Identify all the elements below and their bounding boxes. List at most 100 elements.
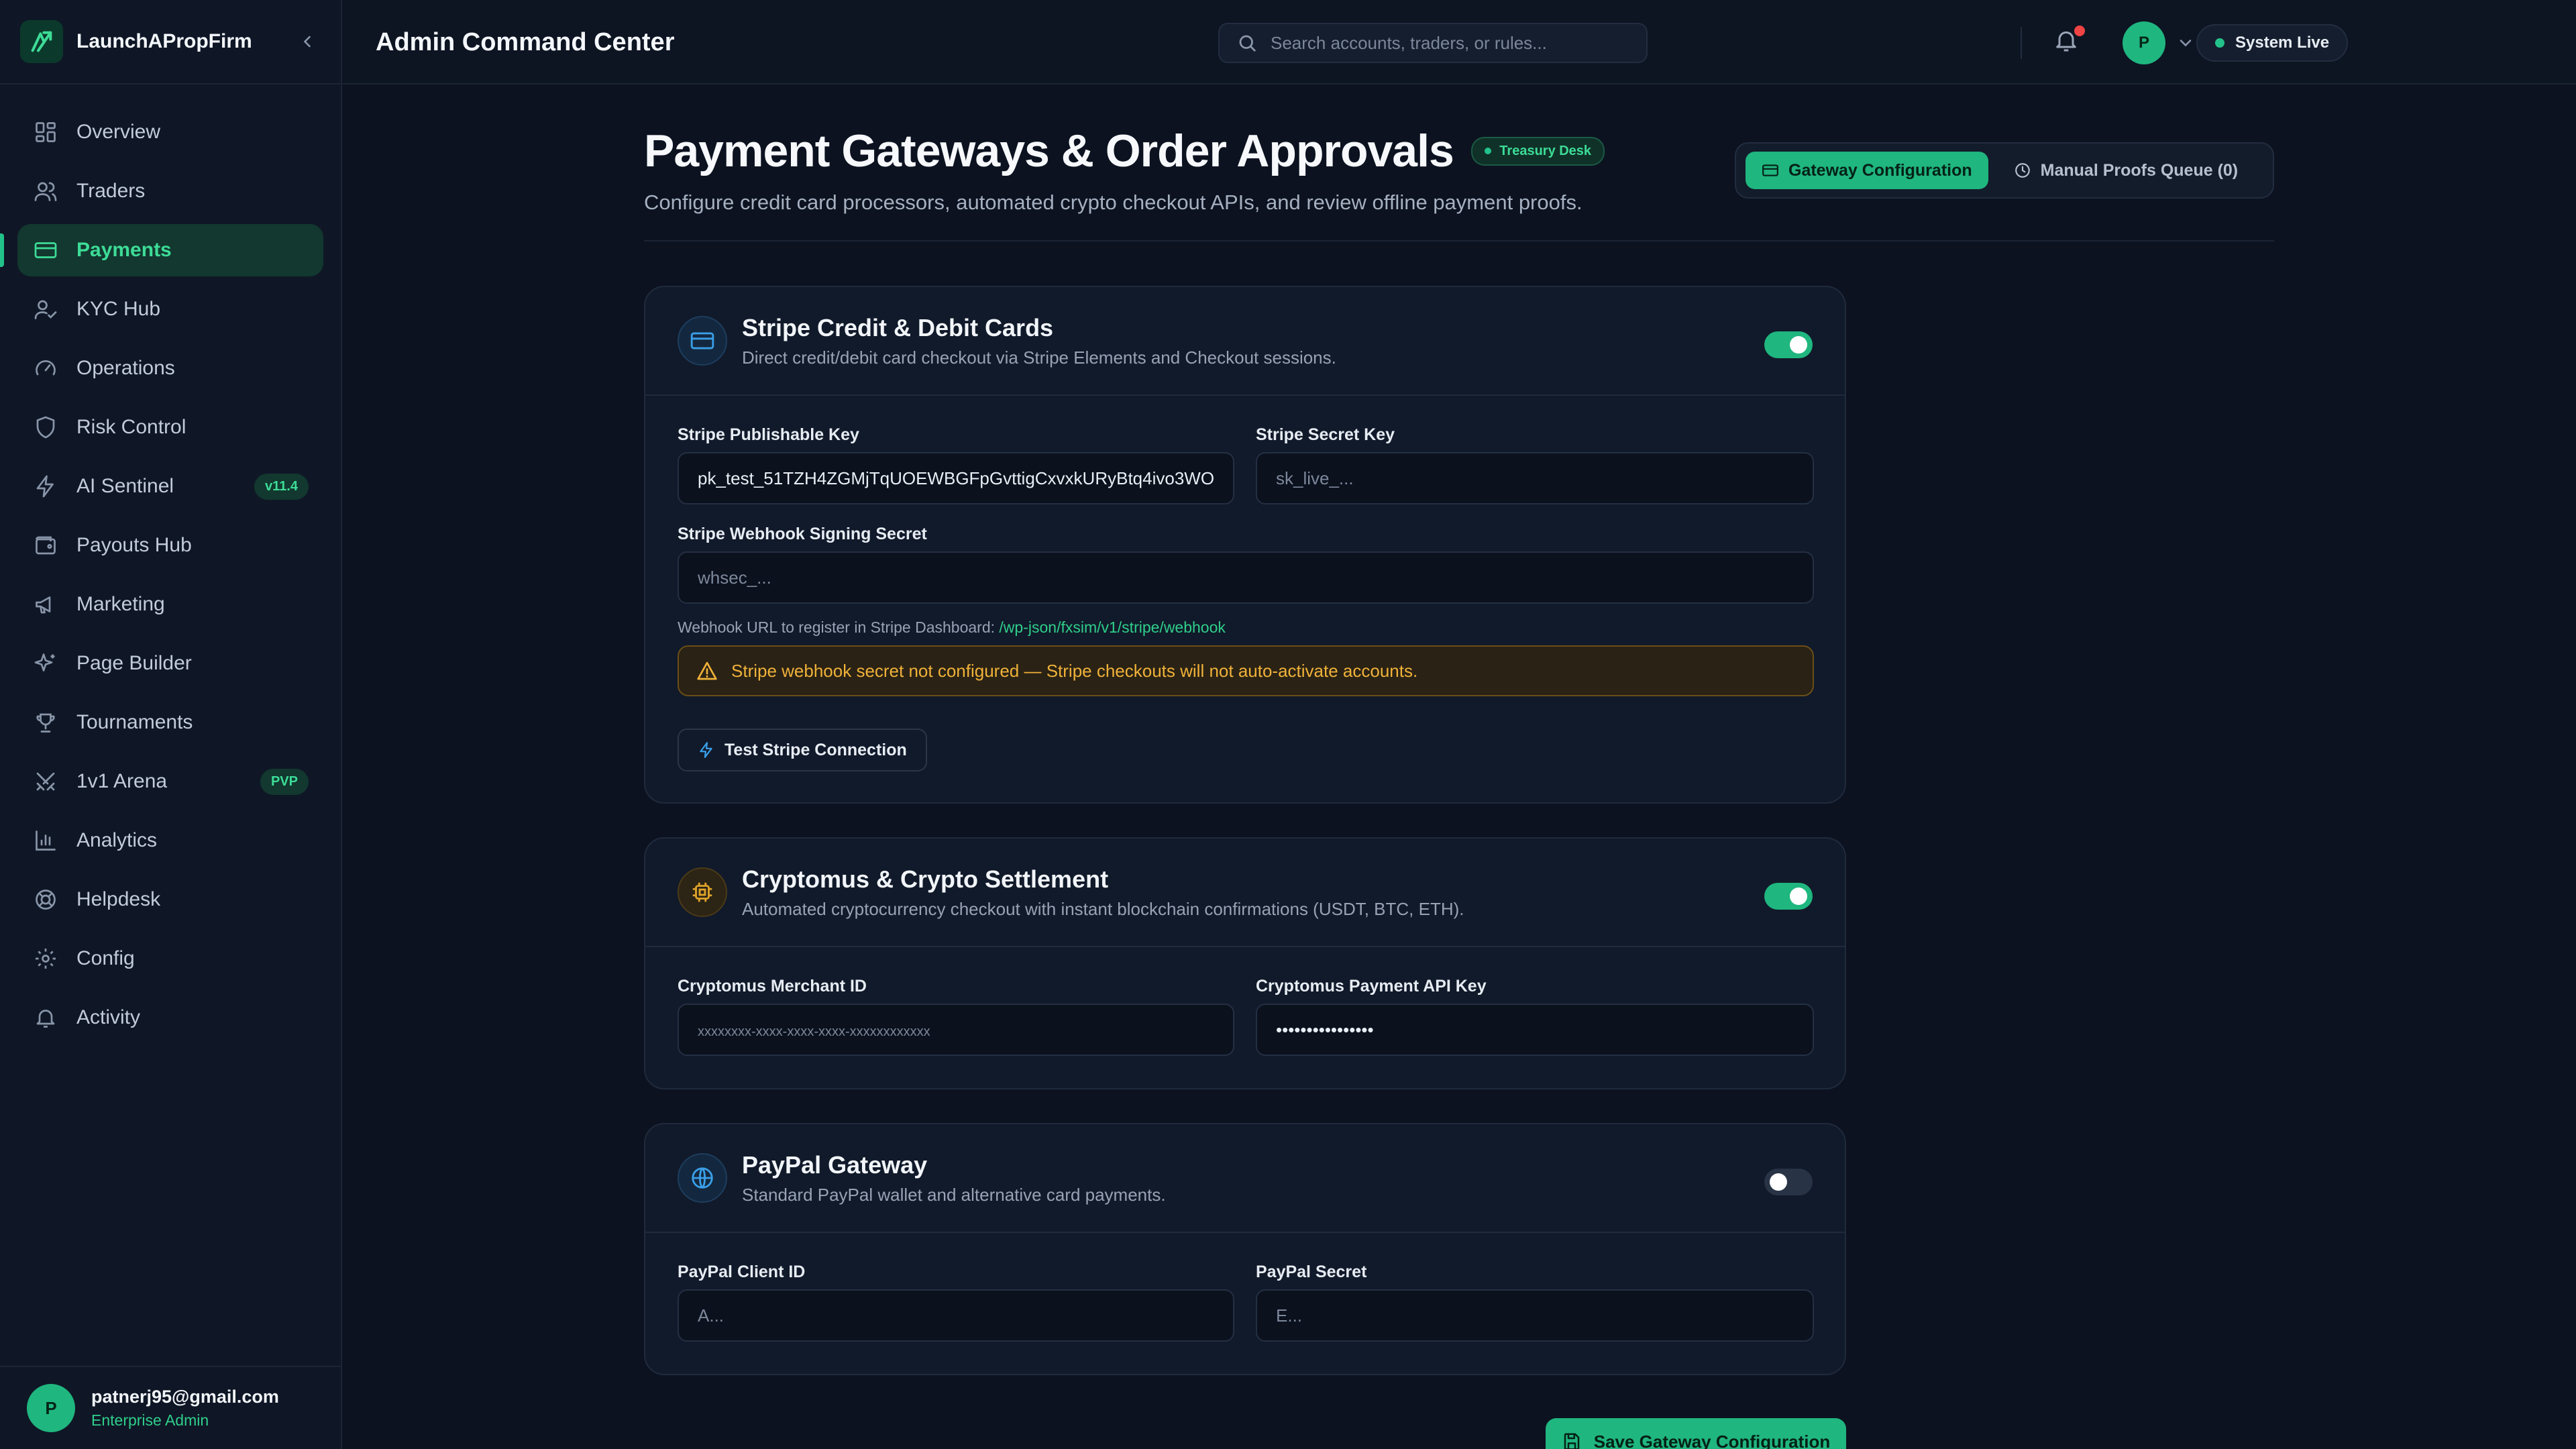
sidebar-item-tournaments[interactable]: Tournaments bbox=[17, 696, 323, 749]
cryptomus-enable-toggle[interactable] bbox=[1764, 883, 1813, 910]
sidebar-item-1v1-arena[interactable]: 1v1 Arena PVP bbox=[17, 755, 323, 808]
sidebar-item-payments[interactable]: Payments bbox=[0, 224, 323, 276]
button-label: Save Gateway Configuration bbox=[1593, 1431, 1831, 1449]
stripe-enable-toggle[interactable] bbox=[1764, 331, 1813, 358]
treasury-desk-tag: Treasury Desk bbox=[1471, 136, 1605, 166]
sidebar-item-config[interactable]: Config bbox=[17, 932, 323, 985]
tab-label: Gateway Configuration bbox=[1788, 160, 1972, 180]
sidebar-item-activity[interactable]: Activity bbox=[17, 991, 323, 1044]
clock-icon bbox=[2015, 163, 2030, 178]
user-email: patnerj95@gmail.com bbox=[91, 1387, 279, 1407]
sparkles-icon bbox=[32, 650, 59, 677]
stripe-webhook-secret-input[interactable] bbox=[698, 567, 1794, 588]
search-input[interactable] bbox=[1271, 32, 1629, 54]
system-status-badge[interactable]: System Live bbox=[2196, 24, 2349, 62]
profile-avatar[interactable]: P bbox=[2123, 21, 2165, 64]
sidebar-item-label: 1v1 Arena bbox=[76, 770, 168, 792]
field-label: Stripe Webhook Signing Secret bbox=[678, 525, 927, 543]
chevron-down-icon[interactable] bbox=[2176, 34, 2195, 52]
sidebar-item-label: Activity bbox=[76, 1006, 141, 1028]
sidebar-item-marketing[interactable]: Marketing bbox=[17, 578, 323, 631]
sidebar-item-overview[interactable]: Overview bbox=[17, 106, 323, 158]
sidebar-item-label: Payouts Hub bbox=[76, 534, 192, 556]
search-icon bbox=[1237, 33, 1257, 53]
cryptomus-gateway-card: Cryptomus & Crypto Settlement Automated … bbox=[644, 837, 1846, 1089]
paypal-card-header: PayPal Gateway Standard PayPal wallet an… bbox=[645, 1124, 1845, 1233]
paypal-secret-input[interactable] bbox=[1276, 1305, 1794, 1326]
bell-icon bbox=[32, 1004, 59, 1031]
webhook-url-link[interactable]: /wp-json/fxsim/v1/stripe/webhook bbox=[999, 619, 1225, 636]
cryptomus-api-key-field[interactable] bbox=[1256, 1004, 1814, 1056]
bar-chart-icon bbox=[32, 827, 59, 854]
stripe-card-header: Stripe Credit & Debit Cards Direct credi… bbox=[645, 287, 1845, 396]
paypal-client-id-input[interactable] bbox=[698, 1305, 1214, 1326]
brand-header: LaunchAPropFirm bbox=[0, 0, 341, 85]
stripe-secret-key-input[interactable] bbox=[1276, 468, 1794, 489]
save-gateway-configuration-button[interactable]: Save Gateway Configuration bbox=[1546, 1418, 1846, 1449]
paypal-gateway-card: PayPal Gateway Standard PayPal wallet an… bbox=[644, 1123, 1846, 1375]
current-user-card[interactable]: P patnerj95@gmail.com Enterprise Admin bbox=[0, 1366, 341, 1449]
sidebar-item-risk-control[interactable]: Risk Control bbox=[17, 401, 323, 453]
sidebar-item-kyc-hub[interactable]: KYC Hub bbox=[17, 283, 323, 335]
sidebar-item-label: Analytics bbox=[76, 829, 158, 851]
topbar: Admin Command Center System Live bbox=[342, 0, 2576, 85]
brand-name[interactable]: LaunchAPropFirm bbox=[76, 30, 294, 53]
sidebar-item-label: Risk Control bbox=[76, 416, 186, 438]
tab-label: Manual Proofs Queue (0) bbox=[2040, 160, 2239, 180]
field-label: Cryptomus Payment API Key bbox=[1256, 977, 1487, 996]
sidebar-item-traders[interactable]: Traders bbox=[17, 165, 323, 217]
field-label: PayPal Secret bbox=[1256, 1263, 1367, 1281]
trophy-icon bbox=[32, 709, 59, 736]
card-subtitle: Standard PayPal wallet and alternative c… bbox=[742, 1184, 1166, 1205]
save-icon bbox=[1564, 1433, 1579, 1449]
page-title: Payment Gateways & Order Approvals bbox=[644, 125, 1454, 176]
cryptomus-api-key-input[interactable] bbox=[1276, 1019, 1794, 1040]
page-header: Payment Gateways & Order Approvals Treas… bbox=[644, 125, 1605, 215]
field-label: Stripe Secret Key bbox=[1256, 425, 1395, 444]
warning-text: Stripe webhook secret not configured — S… bbox=[731, 660, 1418, 681]
tag-dot bbox=[1485, 148, 1492, 154]
card-subtitle: Direct credit/debit card checkout via St… bbox=[742, 347, 1336, 368]
sidebar-item-label: Config bbox=[76, 947, 135, 969]
globe-icon bbox=[678, 1153, 727, 1203]
toggle-knob bbox=[1790, 888, 1807, 905]
sidebar: LaunchAPropFirm Overview Traders Payment… bbox=[0, 0, 342, 1449]
sidebar-item-ai-sentinel[interactable]: AI Sentinel v11.4 bbox=[17, 460, 323, 513]
cryptomus-merchant-id-field[interactable] bbox=[678, 1004, 1234, 1056]
grid-icon bbox=[32, 119, 59, 146]
sidebar-item-page-builder[interactable]: Page Builder bbox=[17, 637, 323, 690]
sidebar-item-label: Payments bbox=[76, 239, 172, 261]
sidebar-item-analytics[interactable]: Analytics bbox=[17, 814, 323, 867]
cryptomus-merchant-id-input[interactable] bbox=[698, 1019, 1214, 1040]
sidebar-item-helpdesk[interactable]: Helpdesk bbox=[17, 873, 323, 926]
paypal-secret-field[interactable] bbox=[1256, 1289, 1814, 1342]
pvp-badge: PVP bbox=[260, 768, 309, 795]
paypal-enable-toggle[interactable] bbox=[1764, 1169, 1813, 1195]
sidebar-item-label: Marketing bbox=[76, 593, 165, 615]
stripe-publishable-key-field[interactable] bbox=[678, 452, 1234, 504]
stripe-webhook-warning: Stripe webhook secret not configured — S… bbox=[678, 645, 1814, 696]
webhook-hint: Webhook URL to register in Stripe Dashbo… bbox=[678, 619, 1226, 637]
chip-icon bbox=[678, 867, 727, 917]
sidebar-item-label: Traders bbox=[76, 180, 146, 202]
warning-triangle-icon bbox=[697, 661, 717, 680]
test-stripe-connection-button[interactable]: Test Stripe Connection bbox=[678, 729, 927, 771]
stripe-publishable-key-input[interactable] bbox=[698, 468, 1214, 489]
sidebar-item-label: Page Builder bbox=[76, 652, 192, 674]
search-box[interactable] bbox=[1218, 23, 1648, 63]
tab-gateway-configuration[interactable]: Gateway Configuration bbox=[1746, 152, 1988, 189]
paypal-client-id-field[interactable] bbox=[678, 1289, 1234, 1342]
bolt-icon bbox=[700, 742, 712, 758]
tab-manual-proofs-queue[interactable]: Manual Proofs Queue (0) bbox=[1998, 152, 2254, 189]
sidebar-item-payouts-hub[interactable]: Payouts Hub bbox=[17, 519, 323, 572]
brand-logo-icon[interactable] bbox=[20, 20, 63, 63]
gear-icon bbox=[32, 945, 59, 972]
stripe-secret-key-field[interactable] bbox=[1256, 452, 1814, 504]
topbar-divider bbox=[2021, 27, 2022, 59]
sidebar-item-operations[interactable]: Operations bbox=[17, 342, 323, 394]
lifebuoy-icon bbox=[32, 886, 59, 913]
swords-icon bbox=[32, 768, 59, 795]
megaphone-icon bbox=[32, 591, 59, 618]
collapse-sidebar-button[interactable] bbox=[294, 28, 321, 55]
stripe-webhook-secret-field[interactable] bbox=[678, 551, 1814, 604]
